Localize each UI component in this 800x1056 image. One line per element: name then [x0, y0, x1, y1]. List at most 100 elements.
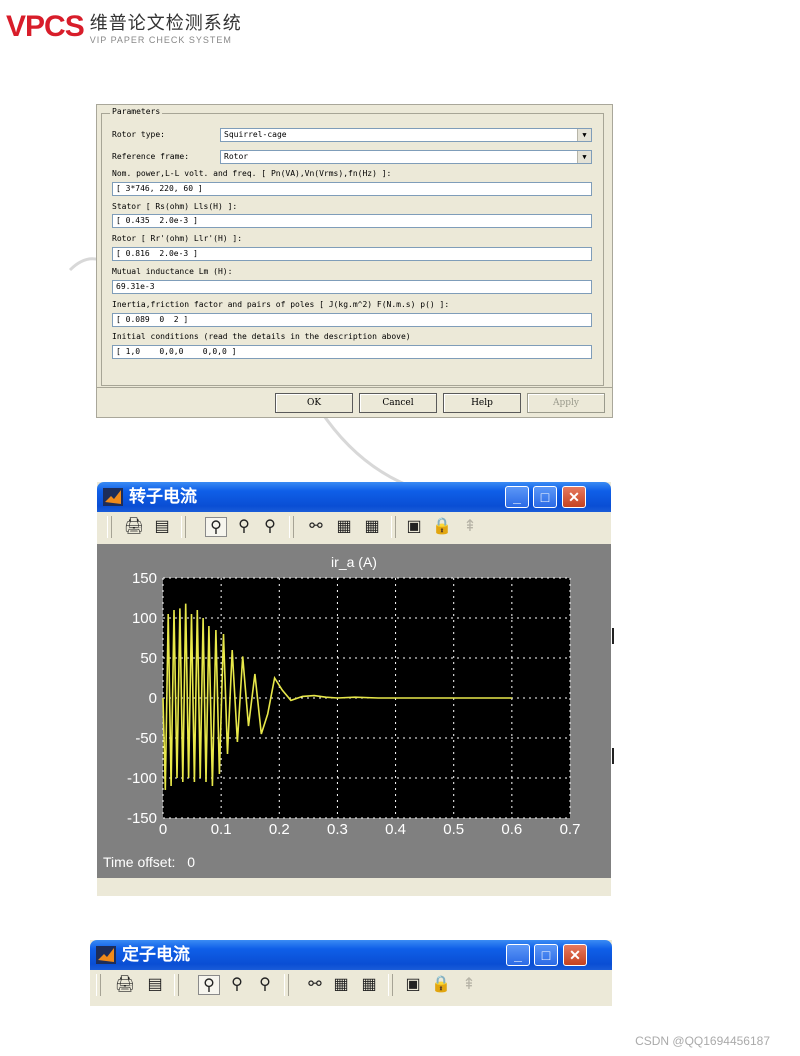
signal-select-icon[interactable]: ⇞ — [459, 517, 481, 537]
toolbar-grip — [107, 516, 112, 538]
x-tick-label: 0.2 — [269, 821, 290, 838]
parameters-legend: Parameters — [110, 107, 163, 116]
x-tick-label: 0.4 — [385, 821, 406, 838]
logo-mark: VPCS — [6, 10, 85, 43]
time-offset-readout: Time offset: 0 — [103, 854, 195, 870]
x-tick-label: 0.6 — [501, 821, 522, 838]
help-button[interactable]: Help — [443, 393, 521, 413]
toolbar-separator — [289, 516, 294, 538]
close-icon[interactable]: ✕ — [562, 486, 586, 508]
floating-scope-icon[interactable]: ▣ — [403, 517, 425, 537]
stator-input[interactable]: [ 0.435 2.0e-3 ] — [112, 214, 592, 228]
mutual-inductance-input[interactable]: 69.31e-3 — [112, 280, 592, 294]
matlab-icon — [96, 946, 116, 964]
y-tick-label: 100 — [132, 610, 157, 627]
inertia-label: Inertia,friction factor and pairs of pol… — [112, 300, 450, 309]
toolbar-separator — [181, 516, 186, 538]
apply-button[interactable]: Apply — [527, 393, 605, 413]
signal-select-icon[interactable]: ⇞ — [458, 975, 480, 995]
chevron-down-icon[interactable]: ▼ — [577, 151, 591, 163]
initial-conditions-label: Initial conditions (read the details in … — [112, 332, 411, 341]
title-bar[interactable]: 转子电流 _ □ ✕ — [97, 482, 611, 512]
toolbar-separator — [391, 516, 396, 538]
time-offset-value: 0 — [187, 854, 196, 870]
time-offset-label: Time offset: — [103, 854, 176, 870]
window-title: 转子电流 — [129, 487, 197, 507]
block-parameters-dialog: Parameters Rotor type: Squirrel-cage ▼ R… — [96, 104, 613, 418]
close-icon[interactable]: ✕ — [563, 944, 587, 966]
ok-button[interactable]: OK — [275, 393, 353, 413]
zoom-icon[interactable]: ⚲ — [205, 517, 227, 537]
params-icon[interactable]: ▤ — [151, 517, 173, 537]
reference-frame-value: Rotor — [224, 152, 249, 161]
rotor-current-scope-window: 转子电流 _ □ ✕ 🖨 ▤ ⚲ ⚲ ⚲ ⚯ ▦ ▦ ▣ 🔒 ⇞ ir_a (A… — [97, 482, 611, 896]
rotor-type-label: Rotor type: — [112, 130, 165, 139]
footer-credit: CSDN @QQ1694456187 — [635, 1034, 770, 1048]
logo-chinese-name: 维普论文检测系统 — [89, 13, 242, 34]
zoom-y-icon[interactable]: ⚲ — [254, 975, 276, 995]
zoom-x-icon[interactable]: ⚲ — [226, 975, 248, 995]
scope-plot[interactable]: 0 0.1 0.2 0.3 0.4 0.5 0.6 0.7 150 100 50 0 -50 -100 -1… — [97, 544, 611, 844]
parameters-group: Parameters Rotor type: Squirrel-cage ▼ R… — [101, 107, 604, 386]
y-tick-label: -150 — [127, 810, 157, 827]
zoom-icon[interactable]: ⚲ — [198, 975, 220, 995]
scope-display: ir_a (A) 0 0.1 0.2 0.3 0.4 0.5 0.6 0.7 150 100 50 0… — [97, 544, 611, 878]
dialog-divider — [97, 387, 612, 388]
toolbar-grip — [96, 974, 101, 996]
stator-current-scope-window: 定子电流 _ □ ✕ 🖨 ▤ ⚲ ⚲ ⚲ ⚯ ▦ ▦ ▣ 🔒 ⇞ — [90, 940, 612, 1006]
matlab-icon — [103, 488, 123, 506]
stator-label: Stator [ Rs(ohm) Lls(H) ]: — [112, 202, 238, 211]
x-tick-label: 0.5 — [443, 821, 464, 838]
reference-frame-label: Reference frame: — [112, 152, 190, 161]
initial-conditions-input[interactable]: [ 1,0 0,0,0 0,0,0 ] — [112, 345, 592, 359]
y-tick-label: 0 — [149, 690, 157, 707]
lock-icon[interactable]: 🔒 — [430, 975, 452, 995]
x-tick-label: 0.1 — [211, 821, 232, 838]
minimize-icon[interactable]: _ — [505, 486, 529, 508]
minimize-icon[interactable]: _ — [506, 944, 530, 966]
cancel-button[interactable]: Cancel — [359, 393, 437, 413]
vpcs-logo: VPCS 维普论文检测系统 VIP PAPER CHECK SYSTEM — [6, 10, 242, 45]
divider — [612, 628, 614, 644]
restore-axes-icon[interactable]: ▦ — [358, 975, 380, 995]
y-tick-label: 150 — [132, 570, 157, 587]
inertia-input[interactable]: [ 0.089 0 2 ] — [112, 313, 592, 327]
y-tick-label: -50 — [135, 730, 157, 747]
autoscale-icon[interactable]: ⚯ — [304, 975, 326, 995]
rotor-type-value: Squirrel-cage — [224, 130, 287, 139]
save-axes-icon[interactable]: ▦ — [333, 517, 355, 537]
lock-icon[interactable]: 🔒 — [431, 517, 453, 537]
zoom-y-icon[interactable]: ⚲ — [259, 517, 281, 537]
params-icon[interactable]: ▤ — [144, 975, 166, 995]
rotor-type-select[interactable]: Squirrel-cage ▼ — [220, 128, 592, 142]
y-tick-label: 50 — [140, 650, 157, 667]
x-tick-label: 0.7 — [560, 821, 581, 838]
reference-frame-select[interactable]: Rotor ▼ — [220, 150, 592, 164]
zoom-x-icon[interactable]: ⚲ — [233, 517, 255, 537]
scope-toolbar: 🖨 ▤ ⚲ ⚲ ⚲ ⚯ ▦ ▦ ▣ 🔒 ⇞ — [97, 512, 611, 542]
toolbar-separator — [388, 974, 393, 996]
rotor-input[interactable]: [ 0.816 2.0e-3 ] — [112, 247, 592, 261]
chevron-down-icon[interactable]: ▼ — [577, 129, 591, 141]
nominal-input[interactable]: [ 3*746, 220, 60 ] — [112, 182, 592, 196]
scope-toolbar: 🖨 ▤ ⚲ ⚲ ⚲ ⚯ ▦ ▦ ▣ 🔒 ⇞ — [90, 970, 612, 1000]
logo-english-name: VIP PAPER CHECK SYSTEM — [89, 35, 232, 45]
maximize-icon[interactable]: □ — [533, 486, 557, 508]
divider — [612, 748, 614, 764]
nominal-label: Nom. power,L-L volt. and freq. [ Pn(VA),… — [112, 169, 392, 178]
x-tick-label: 0 — [159, 821, 167, 838]
toolbar-separator — [284, 974, 289, 996]
autoscale-icon[interactable]: ⚯ — [305, 517, 327, 537]
rotor-label: Rotor [ Rr'(ohm) Llr'(H) ]: — [112, 234, 243, 243]
y-tick-label: -100 — [127, 770, 157, 787]
print-icon[interactable]: 🖨 — [123, 517, 145, 537]
print-icon[interactable]: 🖨 — [114, 975, 136, 995]
restore-axes-icon[interactable]: ▦ — [361, 517, 383, 537]
mutual-inductance-label: Mutual inductance Lm (H): — [112, 267, 233, 276]
x-tick-label: 0.3 — [327, 821, 348, 838]
title-bar[interactable]: 定子电流 _ □ ✕ — [90, 940, 612, 970]
save-axes-icon[interactable]: ▦ — [330, 975, 352, 995]
maximize-icon[interactable]: □ — [534, 944, 558, 966]
toolbar-separator — [174, 974, 179, 996]
floating-scope-icon[interactable]: ▣ — [402, 975, 424, 995]
